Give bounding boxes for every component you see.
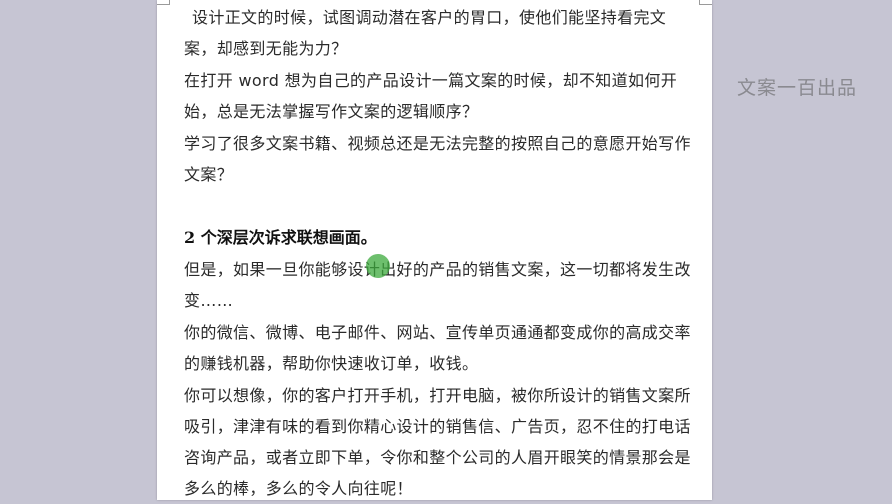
section-heading[interactable]: 2 个深层次诉求联想画面。 xyxy=(184,222,694,253)
page-corner-mark-right xyxy=(699,0,712,5)
document-body[interactable]: 设计正文的时候，试图调动潜在客户的胃口，使他们能坚持看完文案，却感到无能为力？ … xyxy=(184,0,694,504)
paragraph-2[interactable]: 在打开 word 想为自己的产品设计一篇文案的时候，却不知道如何开始，总是无法掌… xyxy=(184,65,694,127)
watermark-text: 文案一百出品 xyxy=(737,77,858,99)
paragraph-4[interactable]: 但是，如果一旦你能够设计出好的产品的销售文案，这一切都将发生改变…… xyxy=(184,254,694,316)
page-corner-mark-left xyxy=(157,0,170,5)
paragraph-1[interactable]: 设计正文的时候，试图调动潜在客户的胃口，使他们能坚持看完文案，却感到无能为力？ xyxy=(184,2,694,64)
document-page: 设计正文的时候，试图调动潜在客户的胃口，使他们能坚持看完文案，却感到无能为力？ … xyxy=(157,0,712,500)
paragraph-5[interactable]: 你的微信、微博、电子邮件、网站、宣传单页通通都变成你的高成交率的赚钱机器，帮助你… xyxy=(184,317,694,379)
paragraph-3[interactable]: 学习了很多文案书籍、视频总还是无法完整的按照自己的意愿开始写作文案？ xyxy=(184,128,694,190)
mouse-cursor-highlight xyxy=(366,254,390,278)
paragraph-6[interactable]: 你可以想像，你的客户打开手机，打开电脑，被你所设计的销售文案所吸引，津津有味的看… xyxy=(184,380,694,504)
